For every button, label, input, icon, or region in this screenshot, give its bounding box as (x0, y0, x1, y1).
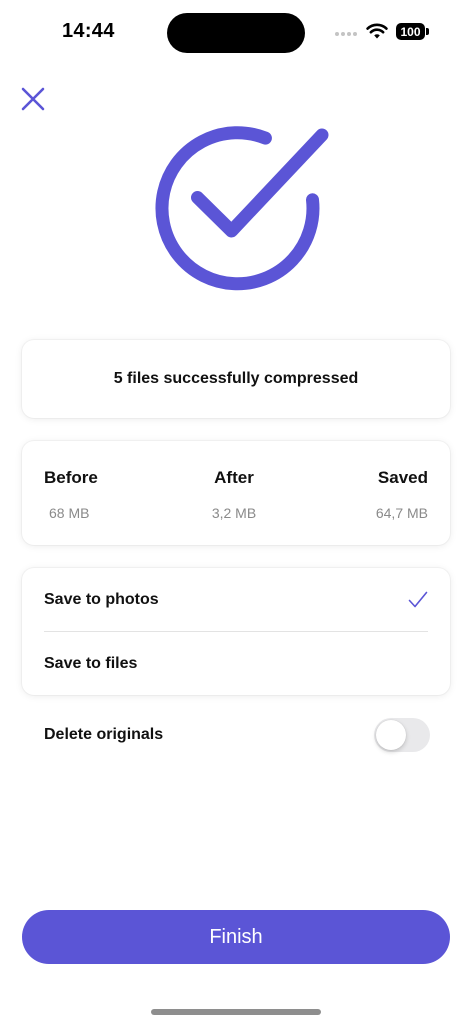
save-to-files-label: Save to files (44, 654, 138, 672)
stat-after: After 3,2 MB (209, 468, 259, 521)
size-stats-card: Before 68 MB After 3,2 MB Saved 64,7 MB (22, 441, 450, 545)
stat-before-value: 68 MB (49, 505, 90, 521)
stat-saved-value: 64,7 MB (375, 505, 428, 521)
battery-icon: 100 (396, 23, 429, 40)
stat-saved: Saved 64,7 MB (376, 468, 428, 521)
summary-card: 5 files successfully compressed (22, 340, 450, 418)
stat-before: Before 68 MB (44, 468, 98, 521)
save-to-photos-option[interactable]: Save to photos (22, 568, 450, 631)
stat-after-value: 3,2 MB (211, 505, 257, 521)
delete-originals-toggle[interactable] (374, 718, 430, 752)
wifi-icon (366, 23, 388, 39)
finish-button[interactable]: Finish (22, 910, 450, 964)
toggle-knob (376, 720, 406, 750)
stat-saved-label: Saved (377, 468, 428, 487)
save-to-photos-label: Save to photos (44, 590, 159, 608)
delete-originals-label: Delete originals (44, 726, 164, 743)
compression-result-screen: 14:44 100 5 files successfully compresse… (0, 0, 472, 1024)
cellular-signal-icon (335, 32, 357, 36)
status-time: 14:44 (62, 20, 115, 42)
close-button[interactable] (18, 84, 48, 114)
home-indicator (151, 1009, 321, 1015)
checkmark-circle-icon (155, 126, 329, 291)
battery-level: 100 (396, 23, 425, 40)
save-to-files-option[interactable]: Save to files (22, 632, 450, 695)
checkmark-icon (408, 591, 428, 607)
stat-before-label: Before (44, 468, 98, 487)
status-bar: 14:44 100 (0, 0, 472, 64)
close-icon (21, 87, 45, 111)
dynamic-island (167, 13, 305, 53)
summary-text: 5 files successfully compressed (113, 370, 359, 387)
save-destination-card: Save to photos Save to files (22, 568, 450, 695)
delete-originals-row: Delete originals (22, 713, 450, 757)
stat-after-label: After (214, 468, 254, 487)
